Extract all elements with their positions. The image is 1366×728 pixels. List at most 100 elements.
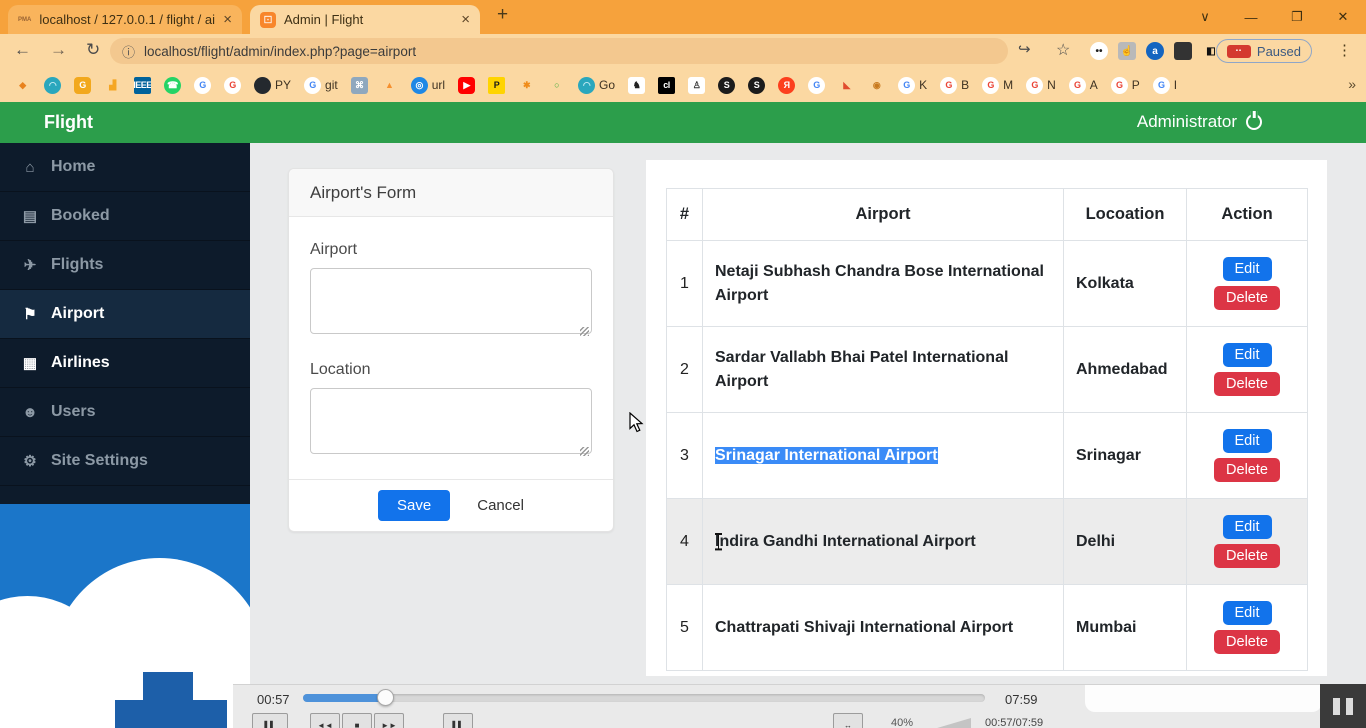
site-info-icon[interactable]: ⓘ — [122, 42, 135, 61]
sidebar-item-label: Site Settings — [51, 452, 148, 470]
sidebar-item-icon: ☻ — [20, 404, 40, 421]
player-control-button[interactable]: ■ — [342, 713, 372, 728]
bookmark-item[interactable]: G I — [1153, 77, 1177, 94]
bookmark-item[interactable]: S — [718, 77, 735, 94]
cancel-button[interactable]: Cancel — [477, 497, 524, 514]
bookmark-item[interactable]: ◠ Go — [578, 77, 615, 94]
administrator-menu[interactable]: Administrator — [1137, 112, 1262, 132]
sidebar-item[interactable]: ▦ Airlines — [0, 339, 250, 388]
window-controls: ∨ — ❐ ✕ — [1182, 0, 1366, 34]
sidebar-item[interactable]: ✈ Flights — [0, 241, 250, 290]
bookmark-item[interactable]: ◎ url — [411, 77, 445, 94]
tab-close-icon[interactable]: × — [461, 11, 470, 28]
bookmark-item[interactable]: ◆ — [14, 77, 31, 94]
edit-button[interactable]: Edit — [1223, 257, 1272, 281]
close-button[interactable]: ✕ — [1320, 9, 1366, 25]
sidebar-item[interactable]: ⌂ Home — [0, 143, 250, 192]
bookmark-item[interactable]: ◠ — [44, 77, 61, 94]
bookmark-item[interactable]: PY — [254, 77, 291, 94]
bookmark-item[interactable]: ♙ — [688, 77, 705, 94]
bookmark-favicon: ♙ — [688, 77, 705, 94]
bookmark-item[interactable]: ✱ — [518, 77, 535, 94]
bookmark-item[interactable]: G M — [982, 77, 1013, 94]
maximize-button[interactable]: ❐ — [1274, 9, 1320, 25]
bookmarks-overflow-icon[interactable]: » — [1348, 76, 1356, 92]
bookmark-item[interactable]: G A — [1069, 77, 1098, 94]
minimize-button[interactable]: — — [1228, 10, 1274, 25]
bookmark-item[interactable]: G git — [304, 77, 338, 94]
bookmark-item[interactable]: G K — [898, 77, 927, 94]
player-control-button[interactable]: ◄◄ — [310, 713, 340, 728]
edit-button[interactable]: Edit — [1223, 429, 1272, 453]
tab-close-icon[interactable]: × — [223, 11, 232, 28]
edit-button[interactable]: Edit — [1223, 343, 1272, 367]
back-icon[interactable]: ← — [14, 40, 31, 60]
seek-bar-thumb[interactable] — [377, 689, 394, 706]
browser-menu-icon[interactable]: ⋮ — [1337, 41, 1352, 59]
tab-search-icon[interactable]: ∨ — [1182, 9, 1228, 25]
sidebar-item[interactable]: ☻ Users — [0, 388, 250, 437]
player-control-button[interactable]: ▌▌ — [443, 713, 473, 728]
bookmark-item[interactable]: ▲ — [381, 77, 398, 94]
delete-button[interactable]: Delete — [1214, 458, 1280, 482]
delete-button[interactable]: Delete — [1214, 286, 1280, 310]
bookmark-item[interactable]: ⌘ — [351, 77, 368, 94]
player-control-button[interactable]: ►► — [374, 713, 404, 728]
share-icon[interactable]: ↪ — [1018, 40, 1031, 58]
power-icon[interactable] — [1246, 114, 1262, 130]
bookmark-item[interactable]: G — [194, 77, 211, 94]
bookmark-item[interactable]: G — [224, 77, 241, 94]
bookmark-item[interactable]: IEEE — [134, 77, 151, 94]
extension-icon[interactable]: ☝ — [1118, 42, 1136, 60]
sidebar-item[interactable]: ⚙ Site Settings — [0, 437, 250, 486]
bookmark-item[interactable]: G N — [1026, 77, 1056, 94]
paused-badge[interactable]: ▪▪ Paused — [1216, 39, 1312, 63]
form-footer: Save Cancel — [289, 479, 613, 531]
seek-bar[interactable] — [303, 694, 985, 702]
bookmark-item[interactable]: S — [748, 77, 765, 94]
new-tab-button[interactable]: + — [497, 4, 508, 26]
bookmark-item[interactable]: ♞ — [628, 77, 645, 94]
sidebar-item-label: Home — [51, 158, 95, 176]
bookmark-item[interactable]: ▟ — [104, 77, 121, 94]
save-button[interactable]: Save — [378, 490, 450, 521]
bookmark-item[interactable]: G — [74, 77, 91, 94]
bookmark-item[interactable]: Я — [778, 77, 795, 94]
pause-overlay-button[interactable] — [1320, 684, 1366, 728]
bookmark-favicon: G — [1153, 77, 1170, 94]
extension-icon[interactable] — [1174, 42, 1192, 60]
delete-button[interactable]: Delete — [1214, 544, 1280, 568]
bookmark-item[interactable]: cl — [658, 77, 675, 94]
bookmark-item[interactable]: ▶ — [458, 77, 475, 94]
edit-button[interactable]: Edit — [1223, 515, 1272, 539]
forward-icon[interactable]: → — [50, 40, 67, 60]
bookmark-item[interactable]: G B — [940, 77, 969, 94]
bookmark-item[interactable]: ◣ — [838, 77, 855, 94]
volume-wedge-icon[interactable] — [927, 718, 971, 728]
bookmark-item[interactable]: ◉ — [868, 77, 885, 94]
bookmark-item[interactable]: P — [488, 77, 505, 94]
player-control-button[interactable]: ▌▌ — [252, 713, 288, 728]
tab-phpmyadmin[interactable]: PMA localhost / 127.0.0.1 / flight / air… — [8, 5, 242, 34]
reload-icon[interactable]: ↻ — [86, 40, 100, 60]
brand-link[interactable]: Flight — [44, 112, 93, 133]
tab-admin-flight[interactable]: ⊡ Admin | Flight × — [250, 5, 480, 34]
bookmark-star-icon[interactable]: ☆ — [1056, 40, 1070, 60]
bookmark-item[interactable]: G P — [1111, 77, 1140, 94]
delete-button[interactable]: Delete — [1214, 372, 1280, 396]
bookmark-item[interactable]: ○ — [548, 77, 565, 94]
xampp-favicon-icon: ⊡ — [260, 12, 276, 28]
extension-icon[interactable]: a — [1146, 42, 1164, 60]
address-bar[interactable]: ⓘ localhost/flight/admin/index.php?page=… — [110, 38, 1008, 64]
edit-button[interactable]: Edit — [1223, 601, 1272, 625]
sidebar-item[interactable]: ▤ Booked — [0, 192, 250, 241]
location-input[interactable] — [310, 388, 592, 454]
airport-input[interactable] — [310, 268, 592, 334]
bookmark-item[interactable]: G — [808, 77, 825, 94]
extension-icon[interactable]: •• — [1090, 42, 1108, 60]
bookmark-item[interactable]: ☎ — [164, 77, 181, 94]
url-text[interactable]: localhost/flight/admin/index.php?page=ai… — [144, 44, 416, 59]
sidebar-item[interactable]: ⚑ Airport — [0, 290, 250, 339]
resize-control-button[interactable]: ↔ — [833, 713, 863, 728]
delete-button[interactable]: Delete — [1214, 630, 1280, 654]
